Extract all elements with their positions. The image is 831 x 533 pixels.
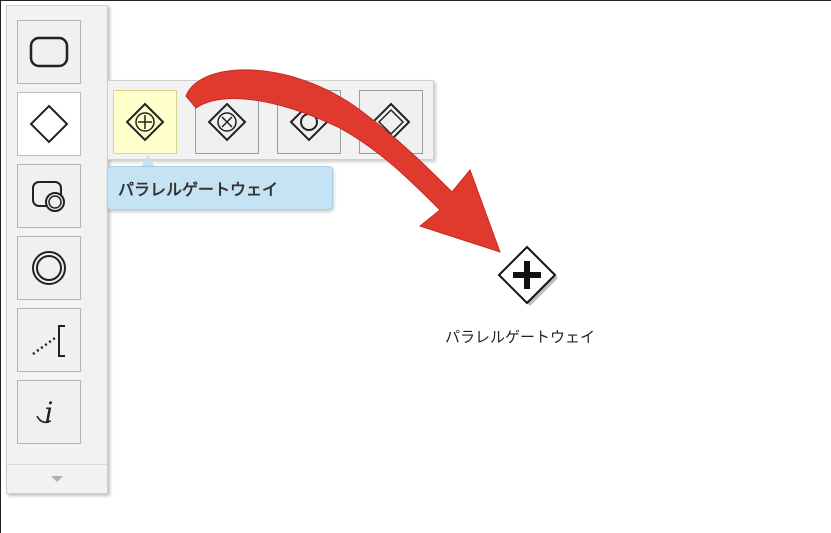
palette-scroll-down[interactable] <box>7 464 107 493</box>
palette-association-button[interactable] <box>17 308 81 372</box>
association-icon <box>32 325 65 357</box>
palette-gateway-button[interactable] <box>17 92 81 156</box>
palette-task-button[interactable] <box>17 20 81 84</box>
flyout-inclusive-gateway-button[interactable] <box>277 90 341 154</box>
palette-subprocess-button[interactable] <box>17 164 81 228</box>
annotation-icon: i <box>36 396 54 429</box>
gateway-label: パラレルゲートウェイ <box>444 328 595 346</box>
flyout-parallel-gateway-button[interactable] <box>113 90 177 154</box>
parallel-gateway-tooltip: パラレルゲートウェイ <box>107 166 333 210</box>
gateway-icon <box>29 104 69 144</box>
palette-annotation-button[interactable]: i <box>17 380 81 444</box>
task-icon <box>29 36 69 68</box>
palette-event-button[interactable] <box>17 236 81 300</box>
complex-gateway-icon <box>371 102 411 142</box>
subprocess-icon <box>32 181 65 212</box>
parallel-gateway-shape[interactable] <box>497 245 561 309</box>
chevron-down-icon <box>51 476 63 482</box>
parallel-gateway-icon <box>125 102 165 142</box>
event-icon <box>32 251 66 285</box>
flyout-complex-gateway-button[interactable] <box>359 90 423 154</box>
inclusive-gateway-icon <box>289 102 329 142</box>
flyout-exclusive-gateway-button[interactable] <box>195 90 259 154</box>
svg-text:i: i <box>45 396 54 429</box>
exclusive-gateway-icon <box>207 102 247 142</box>
shape-palette: i <box>6 5 108 494</box>
gateway-flyout <box>107 80 434 160</box>
